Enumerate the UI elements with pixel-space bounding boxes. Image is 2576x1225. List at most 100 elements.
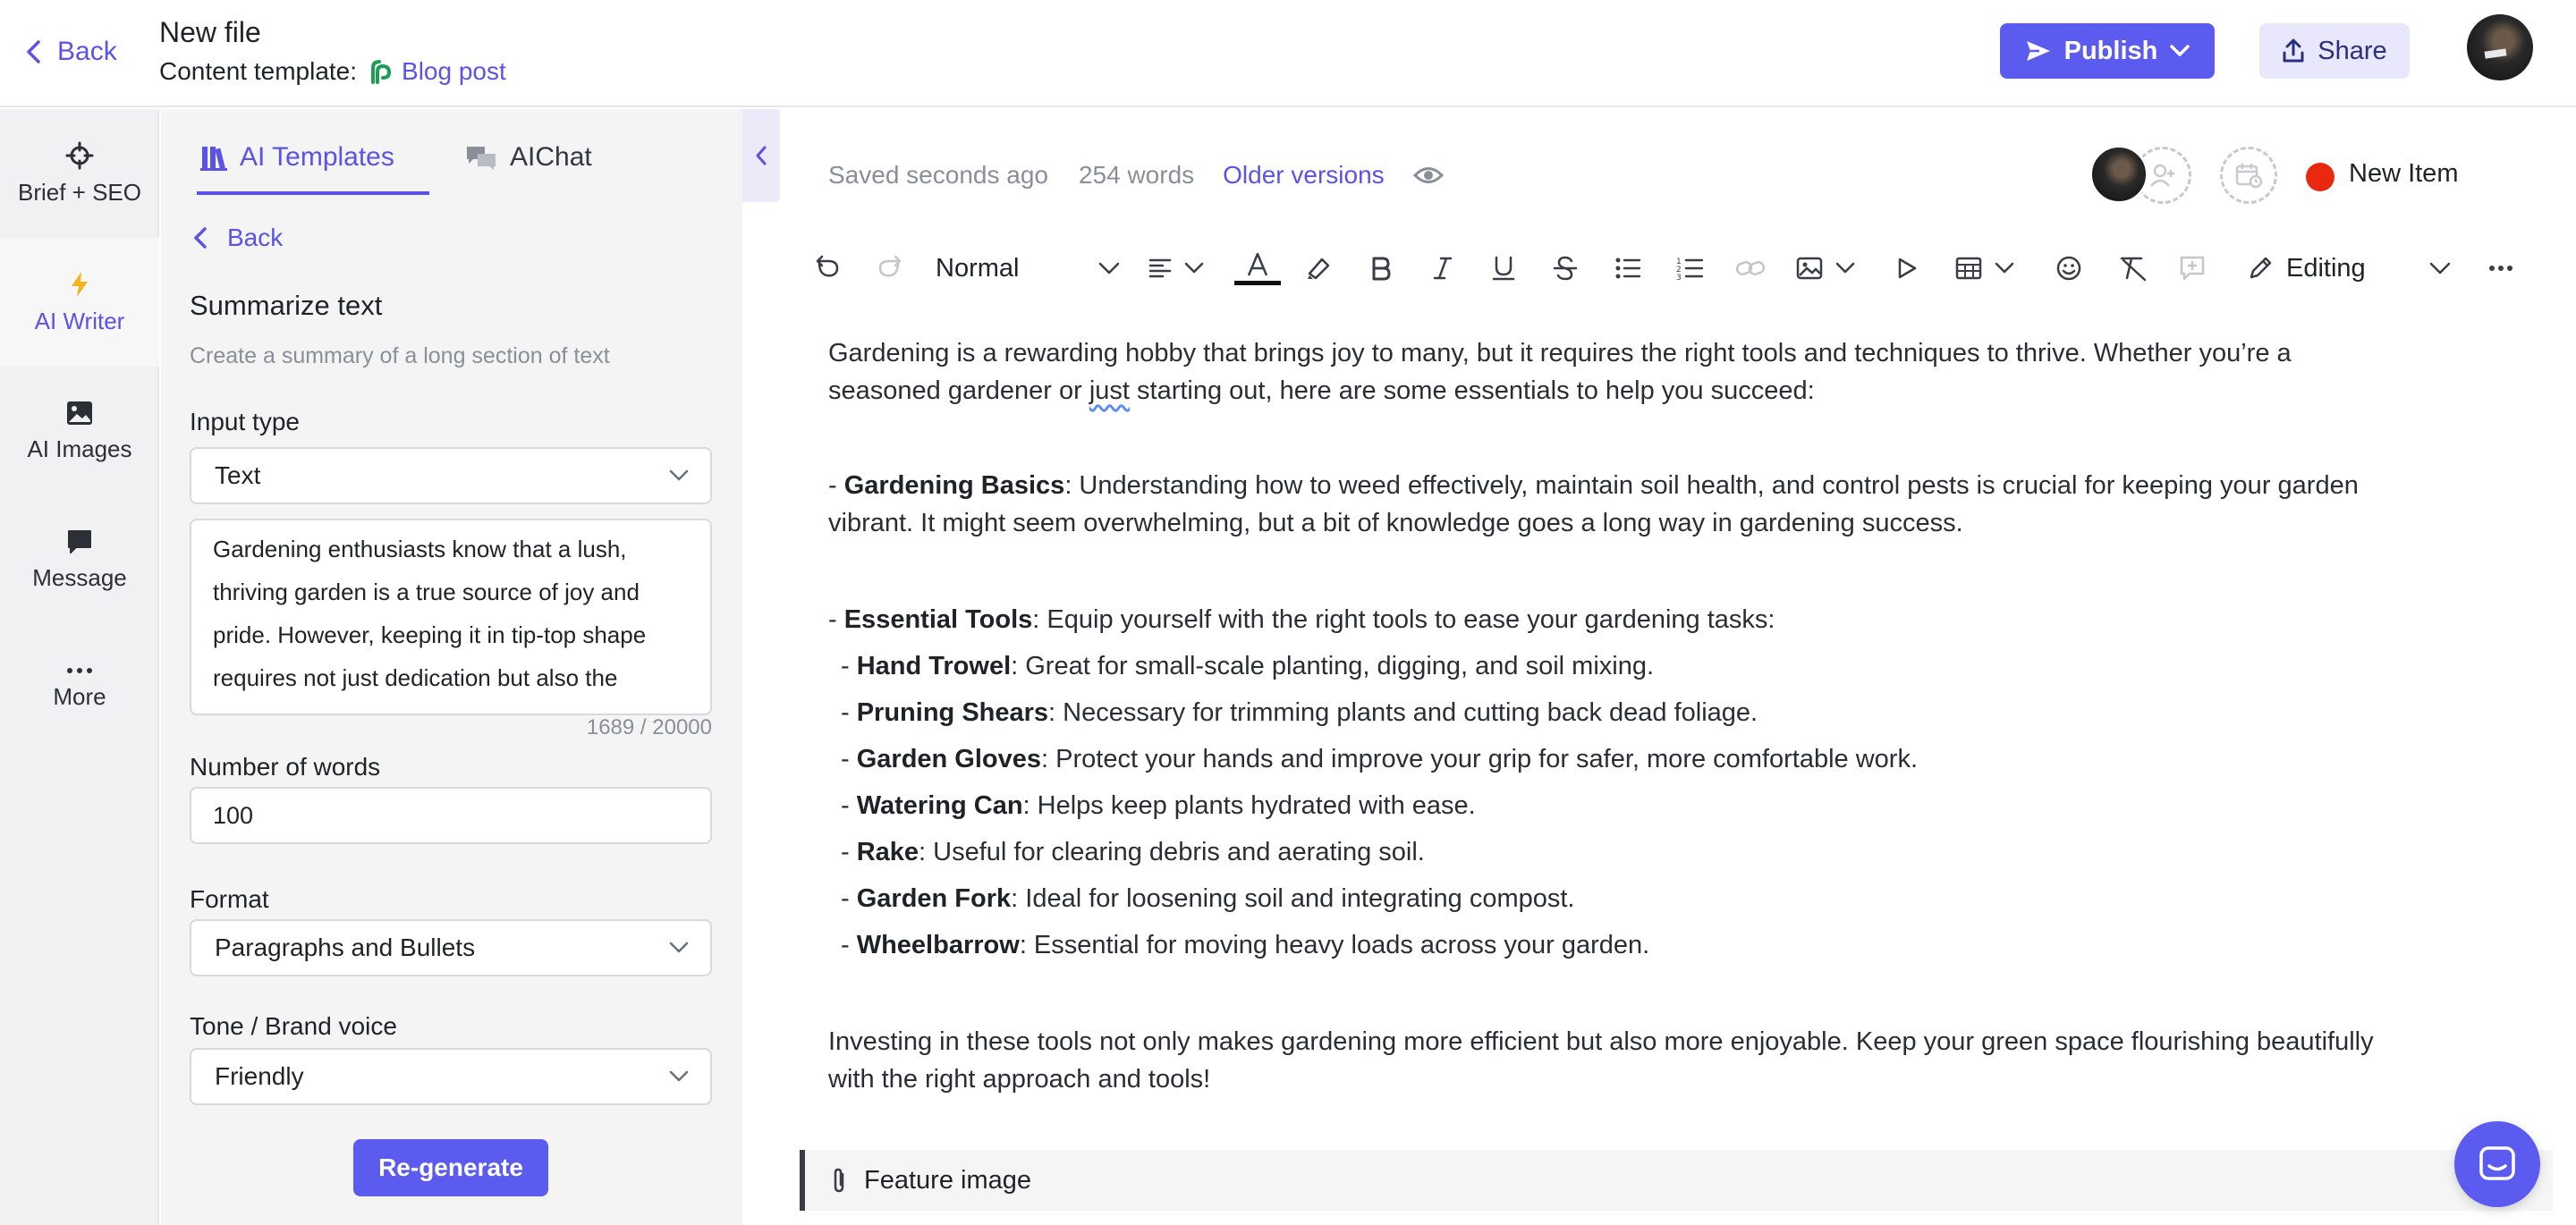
publish-button[interactable]: Publish [2000, 23, 2215, 79]
share-label: Share [2318, 36, 2387, 65]
editor-meta-row: Saved seconds ago 254 words Older versio… [828, 157, 1444, 193]
input-type-select[interactable]: Text [190, 447, 712, 504]
block-style-value: Normal [936, 253, 1020, 283]
text-color-button[interactable] [1234, 243, 1281, 293]
emoji-icon [2056, 256, 2081, 281]
rail-item-brief-seo[interactable]: Brief + SEO [0, 109, 159, 238]
tool-list-item: - Hand Trowel: Great for small-scale pla… [841, 652, 1655, 680]
chevron-down-icon [2170, 45, 2190, 56]
send-icon [2026, 41, 2050, 61]
back-label: Back [57, 37, 117, 66]
bullet-list-button[interactable] [1615, 243, 1640, 293]
word-count-label: Number of words [190, 753, 381, 781]
input-text-line: Gardening enthusiasts know that a lush, [213, 536, 627, 562]
chevron-down-icon [2429, 262, 2451, 275]
align-left-icon [1148, 258, 1172, 278]
top-header: Back New file Content template: Blog pos… [0, 0, 2576, 107]
clear-format-icon [2120, 257, 2147, 282]
paragraph-closing-line: with the right approach and tools! [828, 1065, 1211, 1094]
user-avatar[interactable] [2467, 14, 2533, 80]
chevron-down-icon [1098, 262, 1120, 275]
tool-list-item: - Wheelbarrow: Essential for moving heav… [841, 931, 1650, 959]
word-count: 254 words [1078, 161, 1195, 189]
mode-select[interactable]: Editing [2247, 243, 2451, 293]
block-style-select[interactable]: Normal [936, 243, 1120, 293]
template-prefix: Content template: [159, 57, 358, 85]
rail-label: AI Writer [34, 307, 125, 334]
template-description: Create a summary of a long section of te… [190, 343, 610, 368]
tone-select[interactable]: Friendly [190, 1048, 712, 1105]
insert-image-button[interactable] [1796, 243, 1855, 293]
rail-item-more[interactable]: More [0, 624, 159, 753]
schedule-button[interactable] [2220, 147, 2277, 204]
input-text-area[interactable]: Gardening enthusiasts know that a lush, … [190, 519, 712, 715]
tool-list-item: - Watering Can: Helps keep plants hydrat… [841, 791, 1476, 820]
more-options-button[interactable] [2488, 243, 2513, 293]
image-icon [1796, 257, 1823, 280]
word-count-input[interactable]: 100 [190, 787, 712, 844]
chevron-down-icon [1184, 262, 1204, 274]
emoji-button[interactable] [2055, 243, 2082, 293]
status-indicator [2306, 163, 2334, 191]
tone-label: Tone / Brand voice [190, 1012, 397, 1040]
numbered-list-icon: 123 [1676, 258, 1703, 281]
chevron-down-icon [669, 469, 689, 481]
rail-item-ai-images[interactable]: AI Images [0, 367, 159, 495]
saved-status: Saved seconds ago [828, 161, 1048, 189]
tab-aichat[interactable]: AIChat [465, 138, 592, 177]
upload-icon [2283, 38, 2304, 63]
input-text-line: pride. However, keeping it in tip-top sh… [213, 621, 647, 648]
feature-image-section[interactable]: Feature image [800, 1150, 2553, 1211]
back-button[interactable]: Back [25, 34, 117, 70]
character-counter: 1689 / 20000 [586, 715, 712, 739]
insert-table-button[interactable] [1955, 243, 2014, 293]
paragraph-intro-line: seasoned gardener or just starting out, … [828, 376, 1815, 405]
spellcheck-word[interactable]: just [1089, 376, 1130, 405]
align-button[interactable] [1148, 243, 1204, 293]
input-type-label: Input type [190, 408, 300, 435]
link-button[interactable] [1735, 243, 1766, 293]
numbered-list-button[interactable]: 123 [1676, 243, 1703, 293]
preview-button[interactable] [1412, 165, 1444, 185]
pencil-icon [2250, 257, 2272, 279]
calendar-clock-icon [2235, 164, 2263, 189]
tool-list-item: - Garden Fork: Ideal for loosening soil … [841, 884, 1575, 913]
clear-formatting-button[interactable] [2118, 243, 2148, 293]
regenerate-button[interactable]: Re-generate [353, 1139, 548, 1196]
rail-item-message[interactable]: Message [0, 495, 159, 624]
chevron-down-icon [669, 1070, 689, 1082]
share-button[interactable]: Share [2259, 23, 2410, 79]
format-select[interactable]: Paragraphs and Bullets [190, 919, 712, 976]
strikethrough-button[interactable] [1553, 243, 1578, 293]
add-user-icon [2150, 164, 2174, 187]
status-label[interactable]: New Item [2349, 159, 2458, 189]
support-chat-button[interactable] [2454, 1121, 2540, 1207]
insert-video-button[interactable] [1896, 243, 1918, 293]
highlighter-icon [1308, 258, 1330, 280]
paragraph-intro-line: Gardening is a rewarding hobby that brin… [828, 339, 2292, 368]
undo-button[interactable] [812, 243, 841, 293]
chat-support-icon [2479, 1146, 2515, 1180]
collapse-panel-button[interactable] [742, 109, 780, 202]
older-versions-link[interactable]: Older versions [1223, 161, 1385, 190]
template-link[interactable]: Blog post [369, 57, 506, 86]
books-icon [200, 147, 227, 171]
chevron-down-icon [1995, 262, 2014, 274]
highlight-button[interactable] [1304, 243, 1333, 293]
tool-list-item: - Pruning Shears: Necessary for trimming… [841, 698, 1758, 727]
bold-icon [1372, 257, 1391, 281]
ellipsis-icon [67, 667, 92, 673]
italic-button[interactable] [1433, 243, 1453, 293]
table-icon [1955, 257, 1982, 280]
bold-button[interactable] [1370, 243, 1392, 293]
paperclip-icon [834, 1168, 844, 1193]
collaborator-avatar[interactable] [2089, 145, 2148, 204]
term-gardening-basics: Gardening Basics [843, 471, 1065, 500]
tab-ai-templates[interactable]: AI Templates [200, 138, 394, 177]
input-text-line: thriving garden is a true source of joy … [213, 579, 640, 605]
redo-button[interactable] [875, 243, 903, 293]
underline-button[interactable] [1492, 243, 1515, 293]
italic-icon [1433, 257, 1453, 280]
word-count-value: 100 [213, 801, 254, 829]
ai-assist-button[interactable] [2179, 243, 2206, 293]
